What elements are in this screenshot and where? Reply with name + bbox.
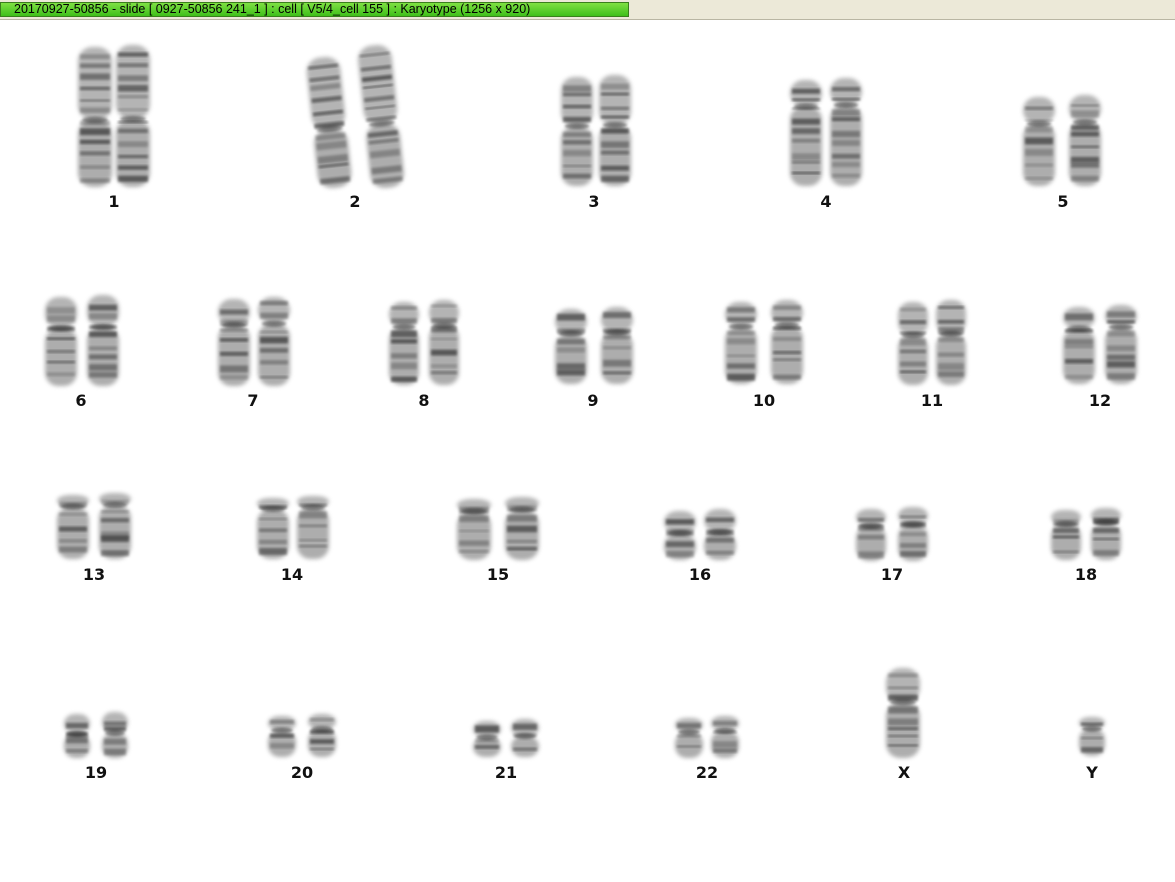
chromosome-label-19: 19	[84, 763, 108, 782]
chromosome-pair-14	[257, 496, 329, 559]
chromosome-label-16: 16	[688, 565, 712, 584]
chromosome-pair-5	[1023, 95, 1101, 186]
chromosome-label-21: 21	[494, 763, 518, 782]
chromosome-pair-x	[886, 668, 920, 758]
chromosome-pair-2	[306, 45, 404, 189]
chromosome-label-11: 11	[920, 391, 944, 410]
chromosome-pair-6	[45, 295, 119, 386]
chromosome-pair-7	[218, 297, 290, 386]
chromosome-label-10: 10	[752, 391, 776, 410]
chromosome-pair-1	[78, 45, 150, 187]
chromosome-label-12: 12	[1088, 391, 1112, 410]
chromosome-label-18: 18	[1074, 565, 1098, 584]
chromosome-pair-16	[664, 509, 736, 560]
chromosome-label-13: 13	[82, 565, 106, 584]
chromosome-pair-19	[64, 712, 128, 758]
chromosome-label-2: 2	[349, 192, 361, 211]
chromosome-pair-11	[898, 300, 966, 385]
chromosome-label-x: X	[897, 763, 911, 782]
chromosome-pair-13	[57, 493, 131, 559]
chromosome-pair-9	[555, 307, 633, 384]
chromosome-pair-20	[268, 714, 336, 757]
chromosome-label-3: 3	[588, 192, 600, 211]
chromosome-label-5: 5	[1057, 192, 1069, 211]
chromosome-pair-12	[1063, 305, 1137, 384]
chromosome-label-15: 15	[486, 565, 510, 584]
chromosome-pair-17	[856, 507, 928, 561]
chromosome-pair-15	[457, 497, 539, 560]
chromosome-pair-y	[1079, 717, 1105, 756]
chromosome-label-8: 8	[418, 391, 430, 410]
chromosome-label-7: 7	[247, 391, 259, 410]
chromosome-label-1: 1	[108, 192, 120, 211]
chromosome-pair-3	[561, 75, 631, 186]
chromosome-label-14: 14	[280, 565, 304, 584]
karyotype-panel	[45, 45, 1137, 758]
chromosome-label-22: 22	[695, 763, 719, 782]
chromosome-label-6: 6	[75, 391, 87, 410]
chromosome-pair-8	[389, 300, 459, 385]
chromosome-label-y: Y	[1086, 763, 1098, 782]
chromosome-pair-21	[473, 719, 539, 757]
chromosome-pair-4	[790, 78, 862, 186]
chromosome-pair-10	[725, 300, 803, 384]
chromosome-pair-18	[1051, 508, 1121, 560]
chromosome-label-17: 17	[880, 565, 904, 584]
chromosome-label-9: 9	[587, 391, 599, 410]
chromosome-label-4: 4	[820, 192, 832, 211]
chromosome-label-20: 20	[290, 763, 314, 782]
chromosome-pair-22	[675, 716, 739, 758]
